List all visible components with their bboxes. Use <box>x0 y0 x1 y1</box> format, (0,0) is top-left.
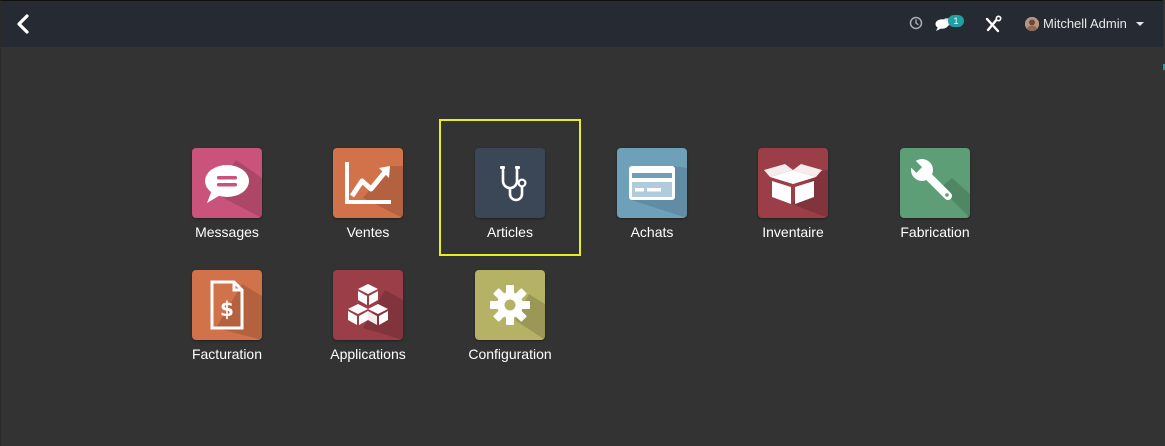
app-tile <box>900 148 970 218</box>
messaging-button[interactable]: 1 <box>934 1 966 47</box>
app-ventes[interactable]: Ventes <box>308 122 428 240</box>
invoice-icon: $ <box>210 280 262 340</box>
gear-icon <box>490 285 545 340</box>
app-label: Configuration <box>468 346 552 362</box>
tools-icon <box>985 15 1002 33</box>
user-menu[interactable]: Mitchell Admin <box>1023 1 1147 47</box>
app-tile <box>333 270 403 340</box>
app-tile: $ <box>192 270 262 340</box>
app-tile <box>192 148 262 218</box>
app-label: Facturation <box>191 346 263 362</box>
app-label: Achats <box>630 224 674 240</box>
debug-tools-button[interactable] <box>983 1 1003 47</box>
app-fabrication[interactable]: Fabrication <box>875 122 995 240</box>
app-applications[interactable]: Applications <box>308 244 428 362</box>
app-tile <box>758 148 828 218</box>
app-tile <box>617 148 687 218</box>
caret-down-icon <box>1136 22 1144 26</box>
app-messages[interactable]: Messages <box>167 122 287 240</box>
chat-bubble-icon <box>205 160 262 218</box>
app-label: Ventes <box>346 224 390 240</box>
app-label: Fabrication <box>900 224 970 240</box>
clock-icon <box>909 16 923 30</box>
app-achats[interactable]: Achats <box>592 122 712 240</box>
avatar <box>1025 17 1039 31</box>
open-box-icon <box>764 164 828 218</box>
app-label: Inventaire <box>762 224 824 240</box>
credit-card-icon <box>629 166 687 218</box>
top-navbar: 1 Mitchell Admin <box>1 1 1163 47</box>
chevron-left-icon <box>17 14 29 34</box>
message-count-badge: 1 <box>948 15 964 27</box>
svg-text:$: $ <box>220 297 234 321</box>
cubes-icon <box>348 284 403 340</box>
app-tile <box>475 270 545 340</box>
app-tile <box>333 148 403 218</box>
selection-highlight <box>439 119 581 256</box>
user-name: Mitchell Admin <box>1043 16 1127 31</box>
app-facturation[interactable]: $ Facturation <box>167 244 287 362</box>
app-inventaire[interactable]: Inventaire <box>733 122 853 240</box>
app-configuration[interactable]: Configuration <box>450 244 570 362</box>
wrench-icon <box>907 158 970 218</box>
trend-chart-icon <box>345 162 403 218</box>
activities-button[interactable] <box>907 1 925 47</box>
app-label: Applications <box>330 346 406 362</box>
back-button[interactable] <box>13 13 35 35</box>
app-label: Messages <box>195 224 259 240</box>
